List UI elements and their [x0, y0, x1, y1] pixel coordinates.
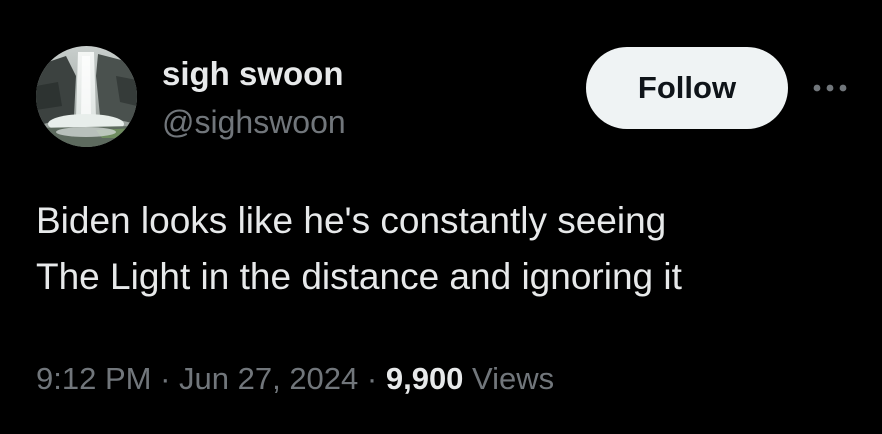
ellipsis-icon[interactable]	[808, 76, 852, 100]
separator-dot: ·	[358, 361, 386, 396]
follow-button[interactable]: Follow	[586, 47, 788, 129]
tweet-text-line: Biden looks like he's constantly seeing	[36, 200, 667, 241]
avatar[interactable]	[36, 46, 137, 147]
timestamp-date[interactable]: Jun 27, 2024	[179, 361, 358, 396]
views-count: 9,900	[385, 361, 464, 396]
tweet-metadata: 9:12 PM · Jun 27, 2024 · 9,900 Views	[36, 358, 554, 400]
tweet-text-line: The Light in the distance and ignoring i…	[36, 256, 682, 297]
username-handle[interactable]: @sighswoon	[162, 102, 346, 142]
timestamp-time[interactable]: 9:12 PM	[36, 361, 151, 396]
tweet-card: sigh swoon @sighswoon Follow Biden looks…	[0, 0, 882, 434]
tweet-text: Biden looks like he's constantly seeing …	[36, 193, 856, 305]
views-label: Views	[472, 361, 555, 396]
display-name[interactable]: sigh swoon	[162, 54, 344, 94]
separator-dot: ·	[151, 361, 180, 396]
waterfall-photo-icon	[36, 46, 137, 147]
